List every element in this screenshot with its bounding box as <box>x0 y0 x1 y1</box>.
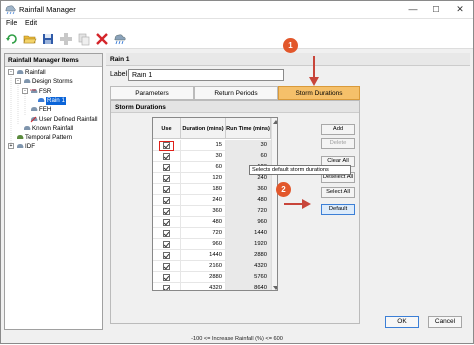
rainfall-range-status: -100 <= Increase Rainfall (%) <= 600 <box>191 336 283 342</box>
rainfall-manager-window: Rainfall Manager — ☐ ✕ File Edit Rainfal… <box>0 0 474 344</box>
ok-button[interactable]: OK <box>385 316 419 328</box>
default-tooltip: Selects default storm durations <box>249 165 351 175</box>
cancel-button[interactable]: Cancel <box>428 316 462 328</box>
callout-1: 1 <box>283 38 298 53</box>
annotation-arrows <box>284 56 319 209</box>
callout-2: 2 <box>276 182 291 197</box>
